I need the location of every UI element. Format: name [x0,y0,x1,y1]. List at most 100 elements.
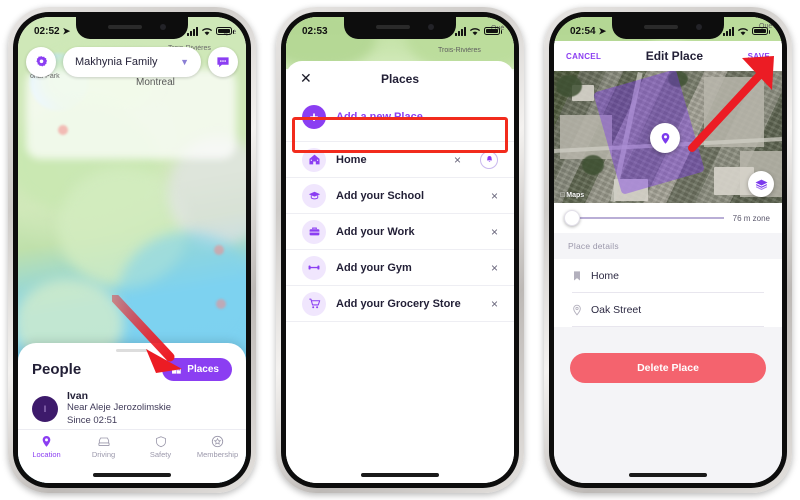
place-label: Add your Work [336,225,415,238]
star-badge-icon [211,435,224,448]
satellite-map[interactable]:  Maps [554,71,782,203]
person-name: Ivan [67,390,89,402]
zone-radius-slider[interactable]: 76 m zone [554,203,782,233]
phone-2-screen: Trois-Rivières Qué 02:53 [286,17,514,483]
signal-bars-icon [455,26,466,36]
phone-1-notch [76,17,188,39]
shield-icon [155,436,166,448]
chevron-down-icon: ▼ [180,57,189,67]
map-layers-button[interactable] [748,171,774,197]
tab-label: Safety [149,450,172,459]
person-since: Since 02:51 [67,414,118,426]
family-name-label: Makhynia Family [75,56,158,68]
place-label: Add your Grocery Store [336,297,461,310]
signal-bars-icon [187,26,198,36]
wifi-icon [737,27,749,35]
place-name-value: Home [591,270,620,282]
dumbbell-icon [302,255,326,280]
phone-2-places-screen: Trois-Rivières Qué 02:53 [276,7,524,493]
home-indicator [361,473,439,477]
map-attribution:  Maps [560,192,584,199]
tab-label: Membership [196,450,239,459]
tab-driving[interactable]: Driving [75,435,132,469]
car-icon [97,437,110,446]
tab-label: Driving [91,450,116,459]
briefcase-icon [302,219,326,244]
zone-size-label: 76 m zone [732,213,770,223]
places-modal: ✕ Places + Add a new Place Home × Add yo… [286,61,514,483]
layers-icon [754,179,768,190]
location-arrow-icon: ➤ [598,25,607,36]
add-new-place-button[interactable]: + Add a new Place [286,97,514,141]
chat-bubble-icon [217,57,229,68]
phone-2-notch [344,17,456,39]
maps-attribution-label: Maps [561,192,584,199]
status-time: 02:52 [34,25,60,37]
remove-place-icon[interactable]: × [491,297,498,311]
phone-1-location-screen: Trois-Rivières Montreal onal Park Qué 02… [8,7,256,493]
place-address-value: Oak Street [591,304,642,316]
place-address-field[interactable]: Oak Street [554,293,782,327]
status-time: 02:53 [302,25,328,37]
tab-membership[interactable]: Membership [189,435,246,469]
location-arrow-icon: ➤ [62,25,71,36]
screenshot-stage: Trois-Rivières Montreal onal Park Qué 02… [0,0,800,500]
close-icon[interactable]: ✕ [300,71,312,85]
map-pin-icon [661,132,669,144]
battery-icon [752,27,770,35]
tab-safety[interactable]: Safety [132,435,189,469]
chat-button[interactable] [208,47,238,77]
tab-location[interactable]: Location [18,435,75,469]
place-pin-marker[interactable] [650,123,680,153]
gear-icon [35,55,47,67]
place-label: Home [336,153,367,166]
battery-icon [484,27,502,35]
people-title: People [32,361,82,378]
shopping-cart-icon [302,291,326,316]
graduation-cap-icon [302,183,326,208]
page-title: Edit Place [645,49,704,63]
tab-label: Location [32,450,61,459]
place-row-work[interactable]: Add your Work × [286,214,514,250]
apple-logo-icon:  [560,192,565,199]
slider-knob[interactable] [564,210,580,226]
edit-place-navbar: CANCEL Edit Place SAVE [554,41,782,71]
bell-icon[interactable] [480,150,498,169]
remove-place-icon[interactable]: × [491,225,498,239]
bottom-tab-bar: Location Driving Safety Membership [18,429,246,469]
map-blurred-card [26,69,236,159]
place-row-grocery[interactable]: Add your Grocery Store × [286,286,514,322]
home-icon [302,147,326,172]
person-list-item[interactable]: I Ivan Near Aleje Jerozolimskie Since 02… [18,381,246,428]
status-time: 02:54 [570,25,596,37]
place-row-school[interactable]: Add your School × [286,178,514,214]
places-button[interactable]: Places [162,358,232,381]
place-label: Add your Gym [336,261,412,274]
wifi-icon [469,27,481,35]
slider-track[interactable] [564,210,724,226]
save-button[interactable]: SAVE [748,52,770,61]
wifi-icon [201,27,213,35]
section-title-label: Place details [568,241,619,251]
buildings-icon [172,366,182,374]
place-name-field[interactable]: Home [554,259,782,293]
cancel-button[interactable]: CANCEL [566,52,601,61]
phone-3-notch [612,17,724,39]
phone-3-screen: Trois-Rivières Qué 02:54 ➤ [554,17,782,483]
delete-place-button[interactable]: Delete Place [570,353,766,383]
remove-place-icon[interactable]: × [491,189,498,203]
remove-place-icon[interactable]: × [491,261,498,275]
place-details-section-title: Place details [554,233,782,259]
family-selector[interactable]: Makhynia Family ▼ [63,47,201,77]
place-label: Add your School [336,189,424,202]
places-modal-title: Places [380,72,420,86]
person-location: Near Aleje Jerozolimskie [67,402,172,413]
plus-circle-icon: + [302,105,326,129]
place-row-gym[interactable]: Add your Gym × [286,250,514,286]
remove-place-icon[interactable]: × [454,153,461,167]
home-indicator [629,473,707,477]
place-row-home[interactable]: Home × [286,142,514,178]
places-list: Home × Add your School × Add your Work ×… [286,141,514,322]
bookmark-icon [574,271,580,281]
settings-button[interactable] [26,47,56,77]
